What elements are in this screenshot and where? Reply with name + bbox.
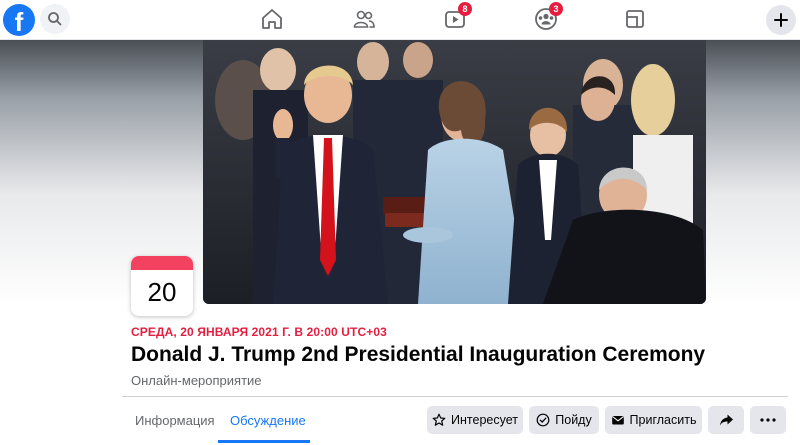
search-button[interactable] [40,4,70,34]
friends-icon [353,10,375,28]
invite-label: Пригласить [629,413,697,427]
interested-button[interactable]: Интересует [427,406,523,434]
share-arrow-icon [719,414,733,426]
event-cover-photo[interactable] [203,40,706,304]
gaming-tab[interactable] [622,6,648,32]
invite-button[interactable]: Пригласить [605,406,702,434]
search-icon [48,12,62,26]
envelope-icon [611,416,624,425]
facebook-logo[interactable]: f [3,4,35,36]
more-dots-icon [760,418,776,422]
gaming-icon [626,10,644,28]
groups-notification-badge: 3 [549,2,563,16]
star-icon [432,413,446,426]
tab-information[interactable]: Информация [135,413,215,428]
going-label: Пойду [555,413,592,427]
going-button[interactable]: Пойду [529,406,599,434]
event-title: Donald J. Trump 2nd Presidential Inaugur… [131,343,706,366]
top-navigation-bar: f 8 3 [0,0,800,40]
event-date-line: СРЕДА, 20 ЯНВАРЯ 2021 Г. В 20:00 UTC+03 [131,325,387,339]
inauguration-photo [203,40,706,304]
event-day: 20 [147,277,177,307]
check-circle-icon [536,413,550,427]
tab-discussion[interactable]: Обсуждение [230,413,306,428]
active-tab-indicator [218,440,310,443]
friends-tab[interactable] [351,6,377,32]
home-icon [262,9,282,29]
share-button[interactable] [708,406,744,434]
divider [122,396,788,397]
more-options-button[interactable] [750,406,786,434]
watch-notification-badge: 8 [458,2,472,16]
date-card-header [131,256,193,270]
home-tab[interactable] [259,6,285,32]
event-type: Онлайн-мероприятие [131,373,262,388]
plus-icon [774,13,788,27]
interested-label: Интересует [451,413,518,427]
create-button[interactable] [766,5,796,35]
event-date-card: 20 [131,256,193,316]
